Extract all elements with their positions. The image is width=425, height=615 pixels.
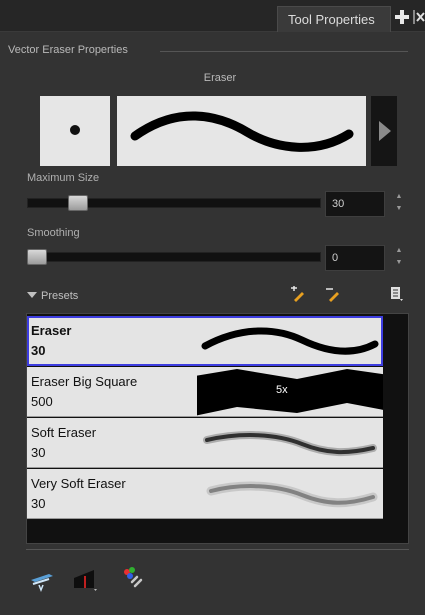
presets-toggle[interactable]: Presets xyxy=(27,290,78,302)
max-size-field[interactable]: 30 xyxy=(325,191,385,217)
preset-menu-icon[interactable] xyxy=(390,286,404,302)
preset-scale-badge: 5x xyxy=(276,384,288,396)
preview-caption: Eraser xyxy=(203,72,237,84)
tip-dot xyxy=(70,125,80,135)
preset-size: 30 xyxy=(31,445,46,460)
presets-label: Presets xyxy=(41,290,79,302)
preset-name: Eraser xyxy=(31,323,72,338)
max-size-stepper[interactable]: ▲ ▼ xyxy=(394,191,404,217)
section-divider xyxy=(160,51,408,52)
smoothing-slider-thumb[interactable] xyxy=(27,249,47,265)
preset-name: Very Soft Eraser xyxy=(31,476,126,491)
preset-item-eraser-big-square[interactable]: Eraser Big Square 500 5x xyxy=(27,367,383,417)
preset-name: Eraser Big Square xyxy=(31,374,138,389)
smoothing-label: Smoothing xyxy=(27,227,80,239)
collapse-triangle-icon xyxy=(27,292,37,298)
preset-name: Soft Eraser xyxy=(31,425,97,440)
preset-stroke-preview xyxy=(201,327,379,355)
close-icon[interactable] xyxy=(413,10,425,24)
flatten-icon[interactable] xyxy=(29,566,55,592)
bottom-divider xyxy=(26,549,409,550)
preset-stroke-preview xyxy=(197,369,383,416)
preset-stroke-preview xyxy=(206,481,378,508)
smoothing-field[interactable]: 0 xyxy=(325,245,385,271)
tip-size-preview xyxy=(40,96,110,166)
preset-list: Eraser 30 Eraser Big Square 500 5x Soft … xyxy=(26,313,409,544)
preset-item-soft-eraser[interactable]: Soft Eraser 30 xyxy=(27,418,383,468)
max-size-label: Maximum Size xyxy=(27,172,100,184)
preset-item-eraser[interactable]: Eraser 30 xyxy=(27,316,383,366)
preset-size: 30 xyxy=(31,496,46,511)
smoothing-stepper[interactable]: ▲ ▼ xyxy=(394,245,404,271)
preset-item-very-soft-eraser[interactable]: Very Soft Eraser 30 xyxy=(27,469,383,519)
play-arrow-icon xyxy=(379,121,391,141)
new-preset-icon[interactable] xyxy=(290,286,306,302)
plus-icon[interactable] xyxy=(395,10,409,24)
tab-tool-properties[interactable]: Tool Properties xyxy=(277,6,391,32)
section-title: Vector Eraser Properties xyxy=(8,44,128,56)
smoothing-slider[interactable] xyxy=(27,252,321,262)
preset-size: 500 xyxy=(31,394,53,409)
max-size-slider-thumb[interactable] xyxy=(68,195,89,211)
stroke-preview-graphic xyxy=(130,111,354,152)
preset-stroke-preview xyxy=(203,431,377,457)
preset-size: 30 xyxy=(31,343,46,358)
stroke-preview xyxy=(117,96,366,166)
color-link-icon[interactable] xyxy=(120,566,146,592)
texture-icon[interactable] xyxy=(72,566,98,592)
expand-preview-button[interactable] xyxy=(371,96,397,166)
delete-preset-icon[interactable] xyxy=(325,286,341,302)
